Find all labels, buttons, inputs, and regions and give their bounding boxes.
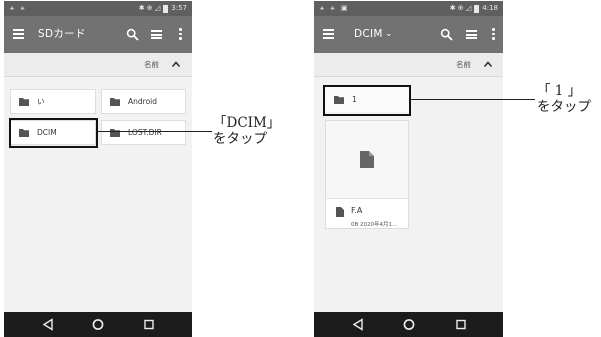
battery-icon (163, 4, 169, 13)
back-icon[interactable] (351, 318, 365, 331)
sort-label[interactable]: 名前 (456, 53, 471, 76)
folder-item-i[interactable]: い (10, 89, 96, 114)
folder-item-lost-dir[interactable]: LOST.DIR (101, 120, 186, 145)
menu-icon[interactable] (13, 29, 24, 39)
app-bar-title[interactable]: DCIM (354, 16, 383, 53)
document-name: F.A (351, 206, 363, 215)
sort-bar: 名前 (314, 53, 503, 77)
phone-screen-dcim: ⚹ ⚹ ▣ ✱ ⊕ ◿ 4:18 DCIM ⌄ 名前 1 F.A 0B 2020… (314, 1, 503, 337)
folder-item-android[interactable]: Android (101, 89, 186, 114)
search-icon[interactable] (126, 28, 139, 41)
more-vert-icon[interactable] (179, 28, 182, 41)
status-right: ✱ ⊕ ◿ 4:18 (450, 1, 498, 16)
status-time: 4:18 (482, 4, 498, 12)
callout-folder-1: 「 1 」 をタップ (537, 83, 591, 115)
folder-label: LOST.DIR (128, 128, 162, 137)
app-bar-title: SDカード (38, 28, 86, 40)
folder-icon (110, 128, 120, 137)
back-icon[interactable] (41, 318, 55, 331)
status-icons: ✱ ⊕ ◿ (449, 4, 472, 12)
sort-ascending-icon[interactable] (483, 60, 493, 68)
callout-line2: をタップ (537, 99, 591, 115)
recents-icon[interactable] (454, 318, 468, 331)
app-bar: DCIM ⌄ (314, 16, 503, 53)
folder-icon (110, 97, 120, 106)
notification-icons: ⚹ ⚹ ▣ (320, 4, 350, 12)
navigation-bar (4, 312, 192, 337)
folder-label: Android (128, 97, 157, 106)
highlight-box-folder-1 (323, 85, 411, 116)
status-bar: ⚹ ⚹ ▣ ✱ ⊕ ◿ 4:18 (314, 1, 503, 16)
search-icon[interactable] (440, 28, 453, 41)
notification-icons: ⚹ ⚹ (10, 4, 27, 12)
home-icon[interactable] (402, 318, 416, 331)
status-time: 3:57 (171, 4, 187, 12)
list-view-icon[interactable] (466, 30, 477, 39)
document-thumbnail (326, 121, 408, 199)
callout-line2: をタップ (213, 131, 267, 147)
sort-label[interactable]: 名前 (144, 53, 159, 76)
document-small-icon (336, 207, 344, 217)
folder-icon (19, 97, 29, 106)
callout-line-dcim (98, 131, 212, 132)
status-bar: ⚹ ⚹ ✱ ⊕ ◿ 3:57 (4, 1, 192, 16)
document-card[interactable]: F.A 0B 2020年4月1... (325, 120, 409, 229)
callout-dcim: 「DCIM」 をタップ (213, 115, 280, 147)
navigation-bar (314, 312, 503, 337)
callout-line1: 「DCIM」 (213, 115, 281, 131)
menu-icon[interactable] (323, 29, 334, 39)
document-meta: 0B 2020年4月1... (351, 222, 398, 228)
home-icon[interactable] (91, 318, 105, 331)
highlight-box-dcim (9, 118, 98, 148)
status-icons: ✱ ⊕ ◿ (138, 4, 161, 12)
app-bar: SDカード (4, 16, 192, 53)
callout-line1: 「 1 」 (537, 83, 582, 99)
folder-label: い (37, 97, 45, 106)
sort-bar: 名前 (4, 53, 192, 77)
chevron-down-icon[interactable]: ⌄ (385, 16, 393, 53)
more-vert-icon[interactable] (492, 28, 495, 41)
phone-screen-sdcard: ⚹ ⚹ ✱ ⊕ ◿ 3:57 SDカード 名前 い Android DCIM L… (4, 1, 192, 337)
battery-icon (474, 4, 480, 13)
list-view-icon[interactable] (151, 30, 162, 39)
recents-icon[interactable] (142, 318, 156, 331)
document-icon (360, 151, 374, 168)
callout-line-folder-1 (411, 99, 535, 100)
status-right: ✱ ⊕ ◿ 3:57 (139, 1, 187, 16)
sort-ascending-icon[interactable] (171, 60, 181, 68)
